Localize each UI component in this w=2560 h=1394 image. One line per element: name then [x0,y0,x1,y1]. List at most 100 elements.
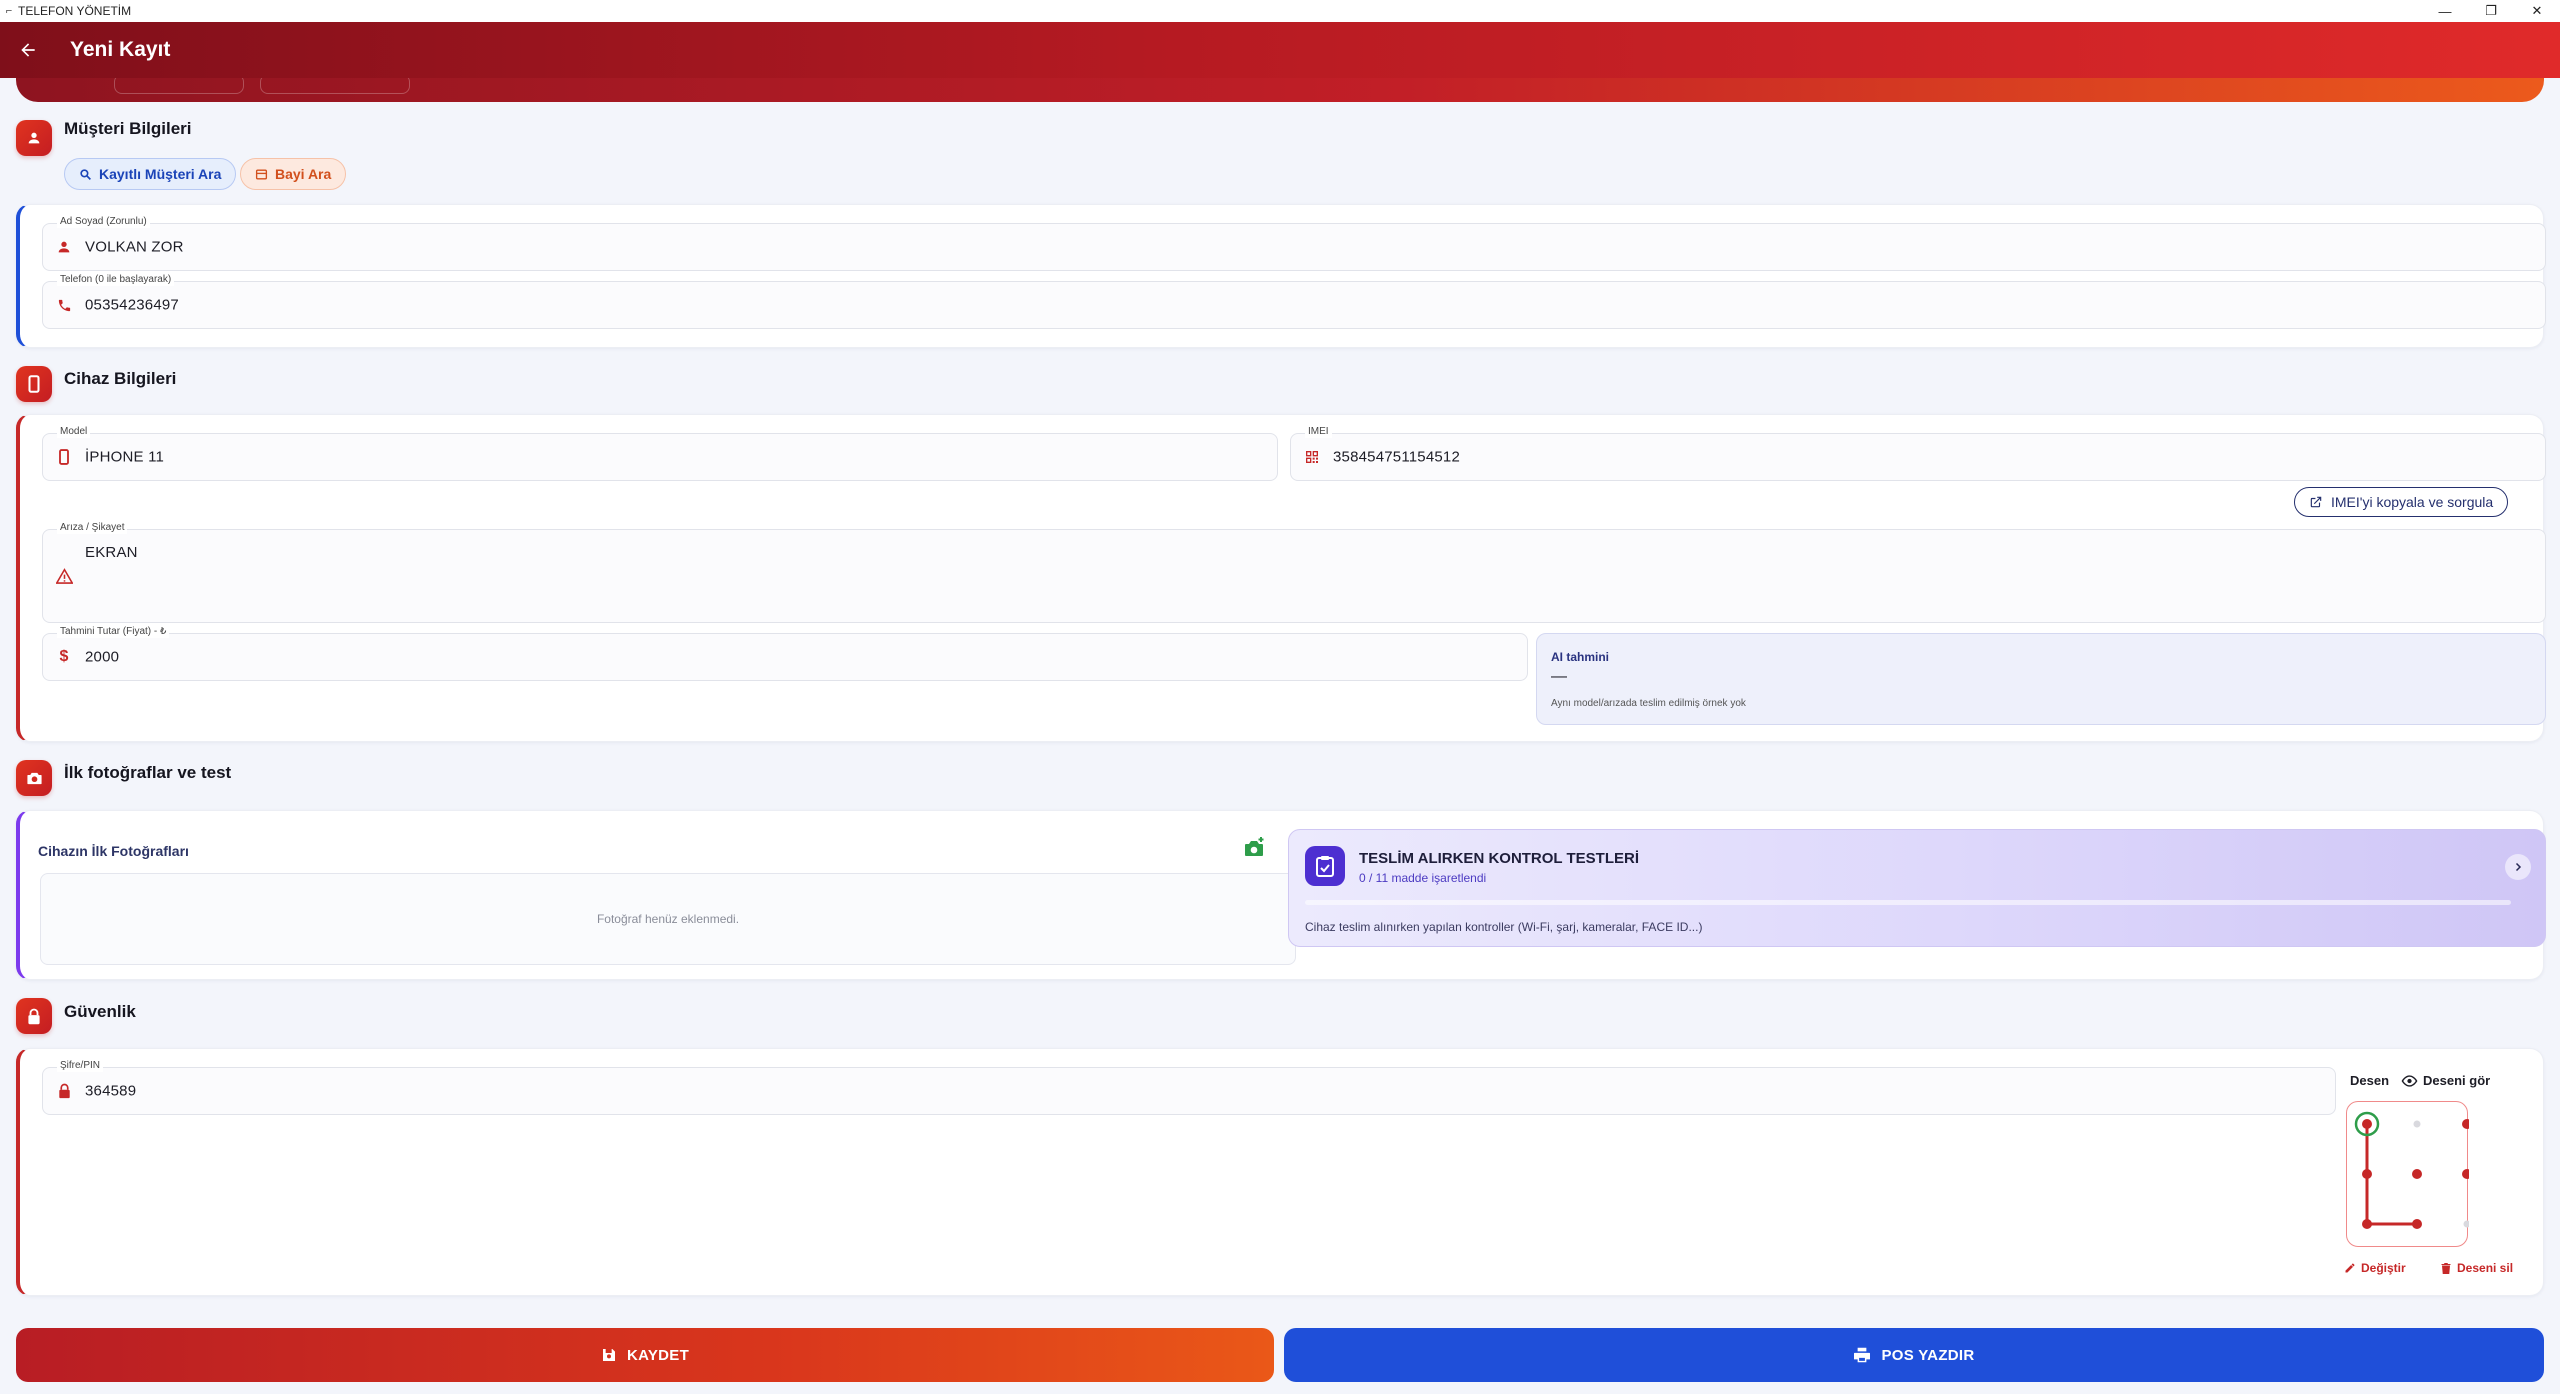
window-controls: — ❐ ✕ [2422,0,2560,22]
save-label: KAYDET [626,1346,690,1364]
external-link-icon [2310,496,2322,508]
model-value: İPHONE 11 [85,448,165,466]
smartphone-icon [55,448,73,466]
close-icon[interactable]: ✕ [2514,0,2560,22]
app-bar: Yeni Kayıt [0,22,2560,78]
photos-label: Cihazın İlk Fotoğrafları [38,843,189,859]
app-icon: ⌐ [5,5,13,17]
minimize-icon[interactable]: — [2422,0,2468,22]
pattern-dot[interactable] [2412,1169,2422,1179]
pattern-dot[interactable] [2462,1169,2472,1179]
photos-section-header: İlk fotoğraflar ve test [16,760,231,796]
tests-description: Cihaz teslim alınırken yapılan kontrolle… [1305,920,1703,934]
name-label: Ad Soyad (Zorunlu) [57,216,150,228]
add-photo-icon [1245,837,1264,856]
chevron-right-icon[interactable] [2505,854,2531,880]
pattern-dot[interactable] [2362,1219,2372,1229]
print-pos-button[interactable]: POS YAZDIR [1284,1328,2544,1382]
show-pattern-button[interactable]: Deseni gör [2401,1073,2490,1088]
tests-progress-bar [1305,900,2511,905]
fault-label: Arıza / Şikayet [57,522,128,534]
tests-progress-text: 0 / 11 madde işaretlendi [1359,871,1487,885]
camera-icon [16,760,52,796]
arrow-left-icon [21,43,35,57]
name-value: VOLKAN ZOR [85,238,184,256]
save-button[interactable]: KAYDET [16,1328,1274,1382]
warning-icon [55,567,73,585]
pattern-label: Desen [2350,1073,2390,1088]
search-icon [80,168,91,180]
back-button[interactable] [0,22,56,78]
dollar-icon: $ [59,648,69,665]
price-label: Tahmini Tutar (Fiyat) - ₺ [57,626,170,638]
search-dealer-label: Bayi Ara [275,166,332,182]
add-photo-button[interactable] [1242,837,1266,864]
smartphone-icon [16,366,52,402]
print-pos-label: POS YAZDIR [1881,1346,1975,1364]
lock-icon [55,1082,73,1100]
name-field[interactable]: Ad Soyad (Zorunlu) VOLKAN ZOR [42,216,2546,271]
pattern-dot[interactable] [2412,1219,2422,1229]
device-card: Model İPHONE 11 IMEI 358454751154512 IME… [16,414,2546,742]
imei-label: IMEI [1305,426,1332,438]
model-field[interactable]: Model İPHONE 11 [42,426,1278,481]
printer-icon [1854,1347,1871,1363]
photos-empty-text: Fotoğraf henüz eklenmedi. [596,912,740,926]
phone-field[interactable]: Telefon (0 ile başlayarak) 05354236497 [42,274,2546,329]
imei-field[interactable]: IMEI 358454751154512 [1290,426,2546,481]
search-registered-label: Kayıtlı Müşteri Ara [99,166,222,182]
delete-pattern-label: Deseni sil [2457,1261,2514,1275]
delete-pattern-button[interactable]: Deseni sil [2440,1261,2513,1275]
pattern-dot[interactable] [2362,1119,2372,1129]
pin-value: 364589 [85,1082,137,1100]
tests-title: TESLİM ALIRKEN KONTROL TESTLERİ [1359,850,1639,867]
device-section-title: Cihaz Bilgileri [64,369,177,388]
pattern-dot[interactable] [2413,1120,2421,1128]
customer-card: Ad Soyad (Zorunlu) VOLKAN ZOR Telefon (0… [16,204,2546,348]
pencil-icon [2345,1263,2355,1273]
imei-query-button[interactable]: IMEI'yi kopyala ve sorgula [2294,487,2509,517]
restore-icon[interactable]: ❐ [2468,0,2514,22]
price-field[interactable]: Tahmini Tutar (Fiyat) - ₺ $ 2000 [42,626,1528,681]
fault-field[interactable]: Arıza / Şikayet EKRAN [42,522,2546,623]
window-title: TELEFON YÖNETİM [18,4,132,18]
search-registered-customer-button[interactable]: Kayıtlı Müşteri Ara [64,158,237,190]
phone-icon [55,296,73,314]
window-titlebar: ⌐ TELEFON YÖNETİM — ❐ ✕ [0,0,2560,22]
ai-estimate-title: AI tahmini [1551,650,1610,664]
security-section-title: Güvenlik [64,1002,136,1021]
pattern-grid[interactable] [2346,1101,2472,1247]
pattern-dot[interactable] [2463,1220,2471,1228]
photos-section-title: İlk fotoğraflar ve test [64,763,232,782]
customer-section-title: Müşteri Bilgileri [64,119,192,138]
person-icon [16,120,52,156]
pattern-header: Desen Deseni gör [2350,1073,2490,1088]
eye-icon [2401,1074,2418,1087]
search-dealer-button[interactable]: Bayi Ara [240,158,347,190]
fault-value: EKRAN [85,544,138,561]
trash-icon [2441,1262,2451,1274]
imei-query-label: IMEI'yi kopyala ve sorgula [2331,494,2494,510]
device-section-header: Cihaz Bilgileri [16,366,176,402]
lock-icon [16,998,52,1034]
photos-card: Cihazın İlk Fotoğrafları Fotoğraf henüz … [16,810,2546,980]
pin-field[interactable]: Şifre/PIN 364589 [42,1060,2336,1115]
change-pattern-button[interactable]: Değiştir [2344,1261,2406,1275]
ai-estimate-box: AI tahmini — Aynı model/arızada teslim e… [1536,633,2546,725]
store-icon [255,168,268,180]
pattern-dot[interactable] [2462,1119,2472,1129]
save-icon [602,1349,615,1361]
change-pattern-label: Değiştir [2361,1261,2406,1275]
pattern-dot[interactable] [2362,1169,2372,1179]
checklist-icon [1305,846,1345,886]
pattern-drawing [2354,1111,2472,1229]
person-icon [55,238,73,256]
show-pattern-label: Deseni gör [2423,1073,2491,1088]
phone-value: 05354236497 [85,296,179,314]
delivery-tests-card[interactable]: TESLİM ALIRKEN KONTROL TESTLERİ 0 / 11 m… [1288,829,2546,947]
imei-value: 358454751154512 [1333,448,1461,466]
price-value: 2000 [85,648,120,666]
photo-dropzone[interactable]: Fotoğraf henüz eklenmedi. [40,873,1296,965]
phone-label: Telefon (0 ile başlayarak) [57,274,175,286]
security-card: Şifre/PIN 364589 Desen Deseni gör Değişt… [16,1048,2544,1296]
